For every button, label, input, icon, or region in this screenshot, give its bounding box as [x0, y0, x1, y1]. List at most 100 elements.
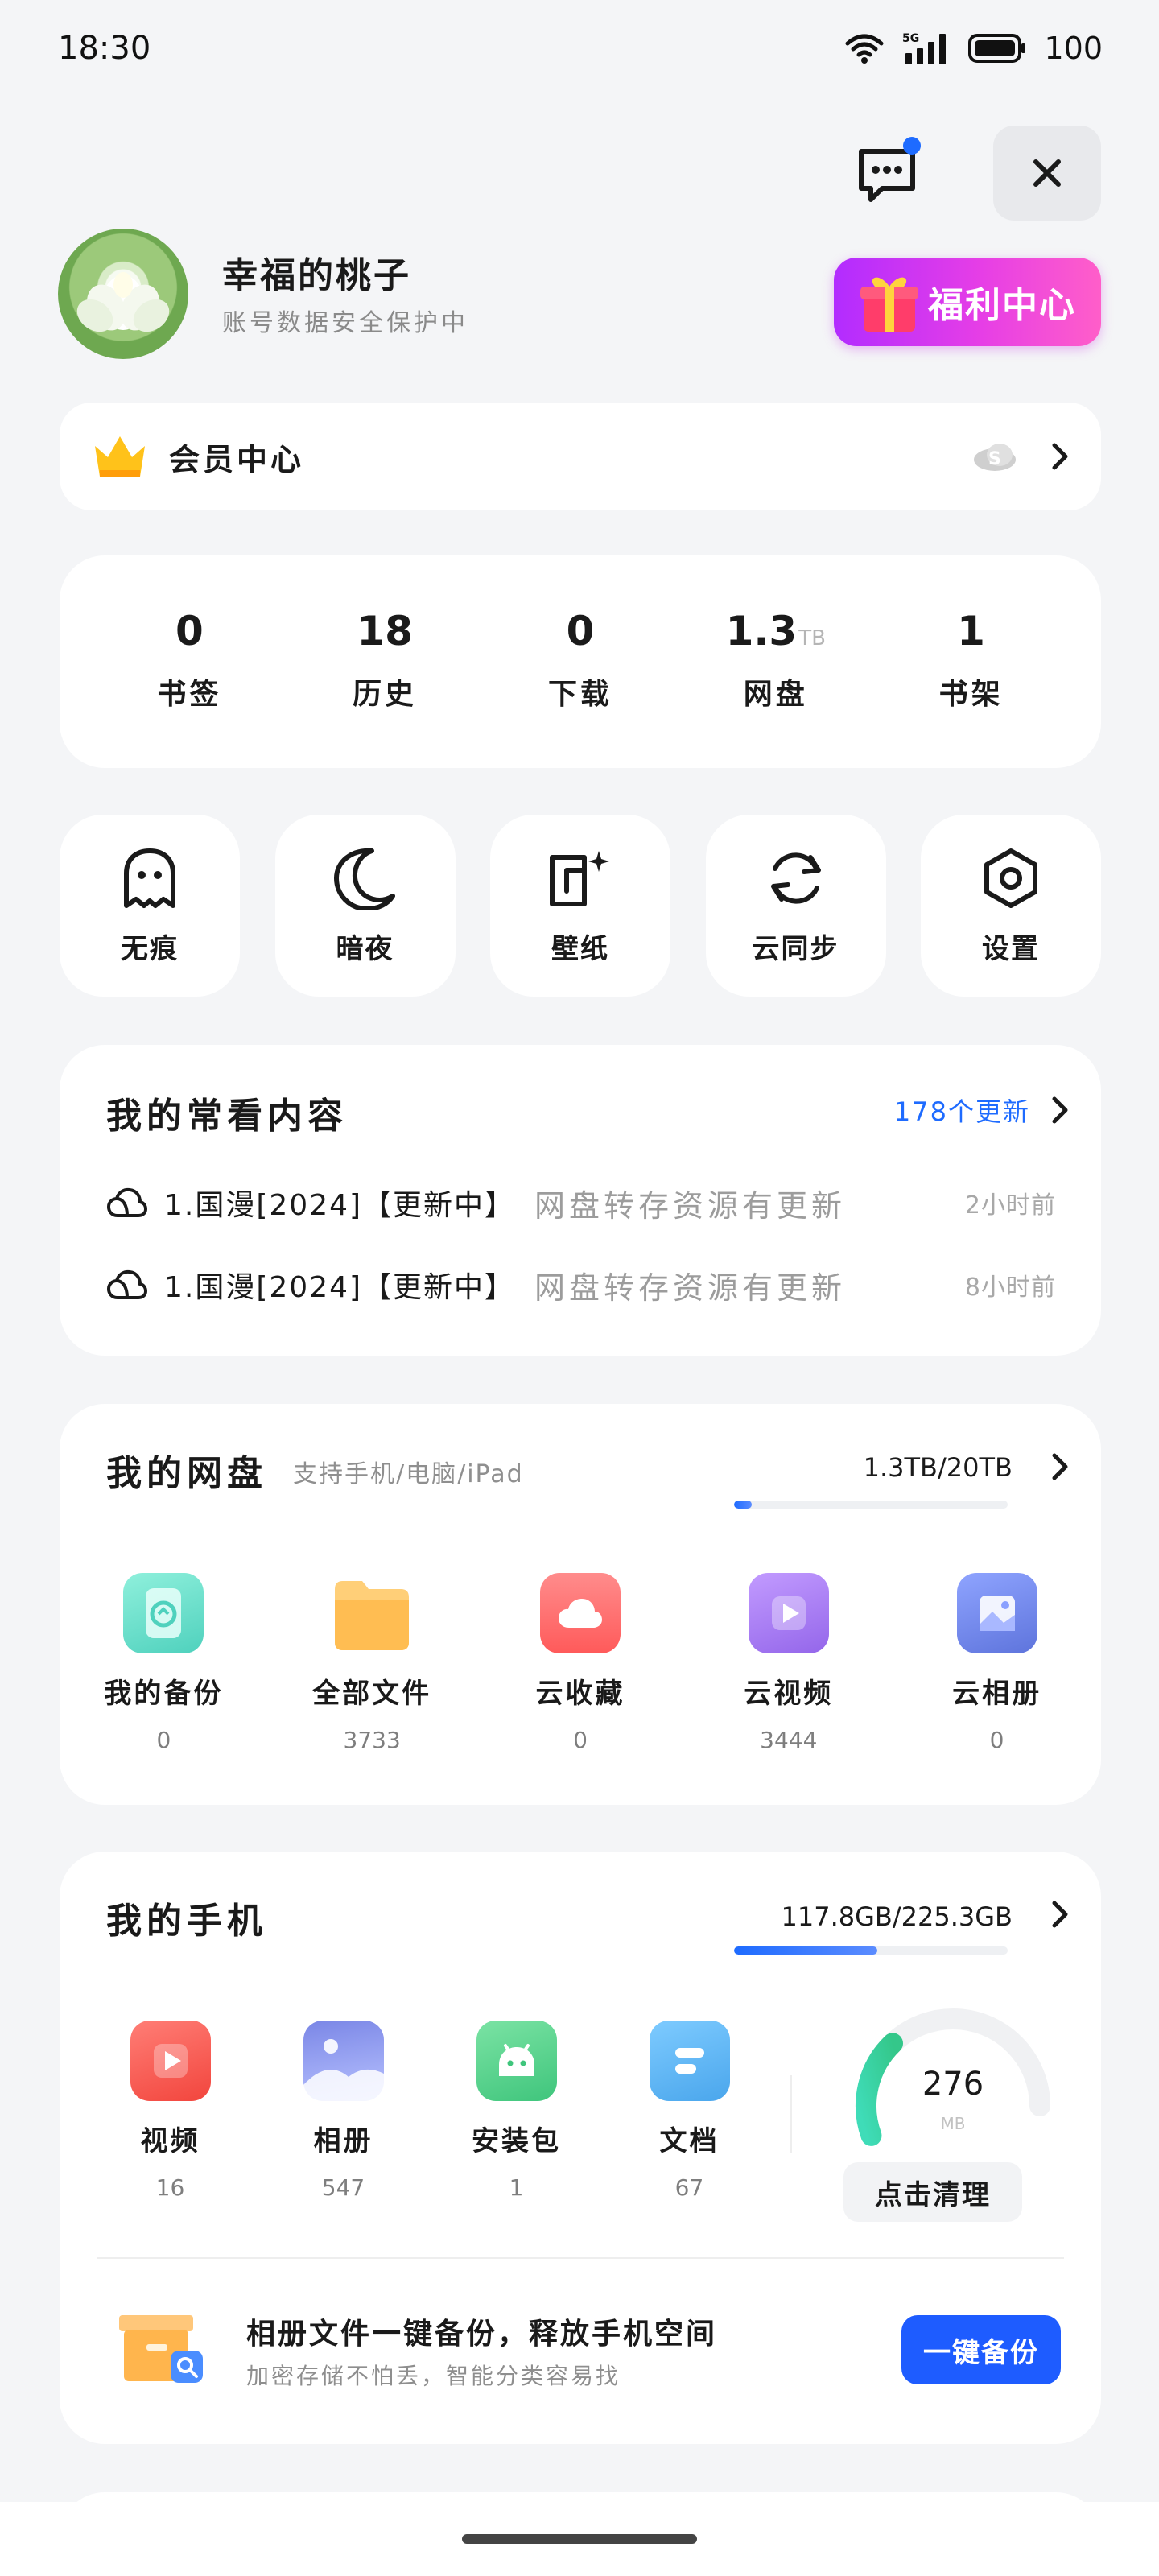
avatar[interactable] [58, 229, 188, 359]
one-click-backup-button[interactable]: 一键备份 [901, 2315, 1061, 2384]
svip-badge-icon: S [974, 444, 1016, 471]
stat-label: 历史 [353, 678, 418, 711]
home-indicator[interactable] [462, 2534, 697, 2544]
cloud-disk-progress [734, 1501, 1008, 1509]
svg-text:S: S [988, 449, 1001, 469]
stat-downloads[interactable]: 0 下载 [500, 611, 661, 712]
junk-gauge: 276 MB [832, 1985, 1074, 2178]
all-files-item[interactable]: 全部文件 3733 [275, 1573, 468, 1753]
item-label: 视频 [140, 2125, 200, 2157]
cloud-videos-item[interactable]: 云视频 3444 [692, 1573, 885, 1753]
stat-history[interactable]: 18 历史 [304, 611, 465, 712]
message-button[interactable] [847, 135, 927, 216]
cloud-disk-title[interactable]: 我的网盘 [106, 1444, 267, 1496]
my-phone-title[interactable]: 我的手机 [106, 1892, 267, 1943]
cloud-video-icon [748, 1573, 829, 1653]
recent-updates-link[interactable]: 178个更新 [894, 1092, 1069, 1129]
battery-percent: 100 [1044, 31, 1103, 66]
tool-label: 云同步 [752, 932, 839, 965]
phone-storage-progress [734, 1946, 1008, 1955]
vertical-divider [790, 2075, 792, 2153]
cloud-icon [106, 1269, 148, 1299]
stat-bookshelf[interactable]: 1 书架 [891, 611, 1052, 712]
welfare-center-button[interactable]: 福利中心 [834, 258, 1101, 346]
item-count: 16 [155, 2174, 185, 2201]
backup-icon [123, 1573, 204, 1653]
cloud-favorite-icon [539, 1573, 621, 1653]
cloud-album-icon [956, 1573, 1037, 1653]
phone-storage-progress-fill [734, 1946, 877, 1955]
stat-value: 0 [566, 608, 595, 654]
stat-label: 书签 [157, 678, 222, 711]
item-label: 云视频 [744, 1678, 834, 1710]
cloud-favorites-item[interactable]: 云收藏 0 [484, 1573, 677, 1753]
battery-icon [968, 34, 1026, 63]
phone-storage-usage[interactable]: 117.8GB/225.3GB [782, 1901, 1013, 1932]
phone-album-item[interactable]: 相册 547 [263, 2021, 424, 2201]
recent-item-name: 1.国漫[2024]【更新中】 [164, 1271, 516, 1304]
sync-icon [770, 852, 821, 904]
vip-center-title: 会员中心 [169, 441, 305, 477]
clean-button[interactable]: 点击清理 [843, 2162, 1022, 2222]
item-label: 文档 [659, 2125, 720, 2157]
album-icon [303, 2021, 384, 2101]
phone-documents-item[interactable]: 文档 67 [609, 2021, 770, 2201]
cloud-disk-card: 我的网盘 支持手机/电脑/iPad 1.3TB/20TB 我的备份 0 全部文件… [60, 1404, 1101, 1805]
backup-promo-title: 相册文件一键备份，释放手机空间 [246, 2318, 718, 2351]
item-label: 相册 [313, 2125, 373, 2157]
phone-apk-item[interactable]: 安装包 1 [436, 2021, 597, 2201]
phone-videos-item[interactable]: 视频 16 [90, 2021, 251, 2201]
wifi-icon [845, 34, 884, 64]
recent-item-name: 1.国漫[2024]【更新中】 [164, 1189, 516, 1222]
my-phone-card: 我的手机 117.8GB/225.3GB 视频 16 相册 547 安装包 1 … [60, 1852, 1101, 2444]
stat-value: 1.3 [725, 608, 798, 654]
tool-label: 壁纸 [551, 932, 609, 965]
folder-icon [332, 1573, 412, 1653]
gift-icon [860, 277, 918, 332]
stat-cloud-disk[interactable]: 1.3TB 网盘 [695, 611, 856, 712]
recent-item-time: 8小时前 [964, 1274, 1056, 1302]
username[interactable]: 幸福的桃子 [222, 246, 411, 298]
close-button[interactable] [993, 126, 1101, 221]
tools-row: 无痕 暗夜 壁纸 云同步 设置 [60, 815, 1101, 997]
stat-label: 网盘 [743, 678, 808, 711]
cloud-disk-items: 我的备份 0 全部文件 3733 云收藏 0 云视频 3444 云相册 0 [60, 1573, 1101, 1753]
cloud-disk-usage[interactable]: 1.3TB/20TB [864, 1452, 1013, 1483]
status-icons: 5G 100 [844, 31, 1103, 66]
cloud-icon [106, 1187, 148, 1217]
moon-icon [333, 848, 395, 910]
chevron-right-icon[interactable] [1051, 1900, 1069, 1929]
my-backup-item[interactable]: 我的备份 0 [67, 1573, 260, 1753]
stat-bookmarks[interactable]: 0 书签 [109, 611, 270, 712]
wallpaper-button[interactable]: 壁纸 [490, 815, 670, 997]
stat-value: 1 [957, 608, 985, 654]
settings-button[interactable]: 设置 [921, 815, 1101, 997]
signal-icon: 5G [902, 32, 947, 64]
item-count: 0 [989, 1727, 1004, 1753]
item-count: 547 [321, 2174, 365, 2201]
item-count: 3733 [343, 1727, 401, 1753]
account-status: 账号数据安全保护中 [222, 309, 468, 337]
recent-item[interactable]: 1.国漫[2024]【更新中】 网盘转存资源有更新 8小时前 [106, 1259, 1056, 1311]
cloud-sync-button[interactable]: 云同步 [705, 815, 886, 997]
cloud-album-item[interactable]: 云相册 0 [901, 1573, 1094, 1753]
video-icon [130, 2021, 211, 2101]
item-label: 安装包 [472, 2125, 561, 2157]
chevron-right-icon[interactable] [1051, 1452, 1069, 1481]
item-count: 67 [674, 2174, 704, 2201]
backup-promo-subtitle: 加密存储不怕丢，智能分类容易找 [246, 2363, 621, 2389]
stat-label: 下载 [547, 678, 612, 711]
item-label: 我的备份 [104, 1678, 224, 1710]
welfare-center-label: 福利中心 [928, 285, 1076, 326]
vip-center-card[interactable]: 会员中心 S [60, 402, 1101, 510]
incognito-button[interactable]: 无痕 [60, 815, 240, 997]
item-count: 0 [156, 1727, 171, 1753]
lotus-image [76, 272, 170, 332]
recent-item[interactable]: 1.国漫[2024]【更新中】 网盘转存资源有更新 2小时前 [106, 1177, 1056, 1228]
stat-value: 18 [357, 608, 413, 654]
item-count: 1 [509, 2174, 524, 2201]
chevron-right-icon [1052, 443, 1068, 470]
dark-mode-button[interactable]: 暗夜 [274, 815, 456, 997]
recent-item-desc: 网盘转存资源有更新 [534, 1187, 847, 1224]
wallpaper-icon [550, 850, 609, 906]
